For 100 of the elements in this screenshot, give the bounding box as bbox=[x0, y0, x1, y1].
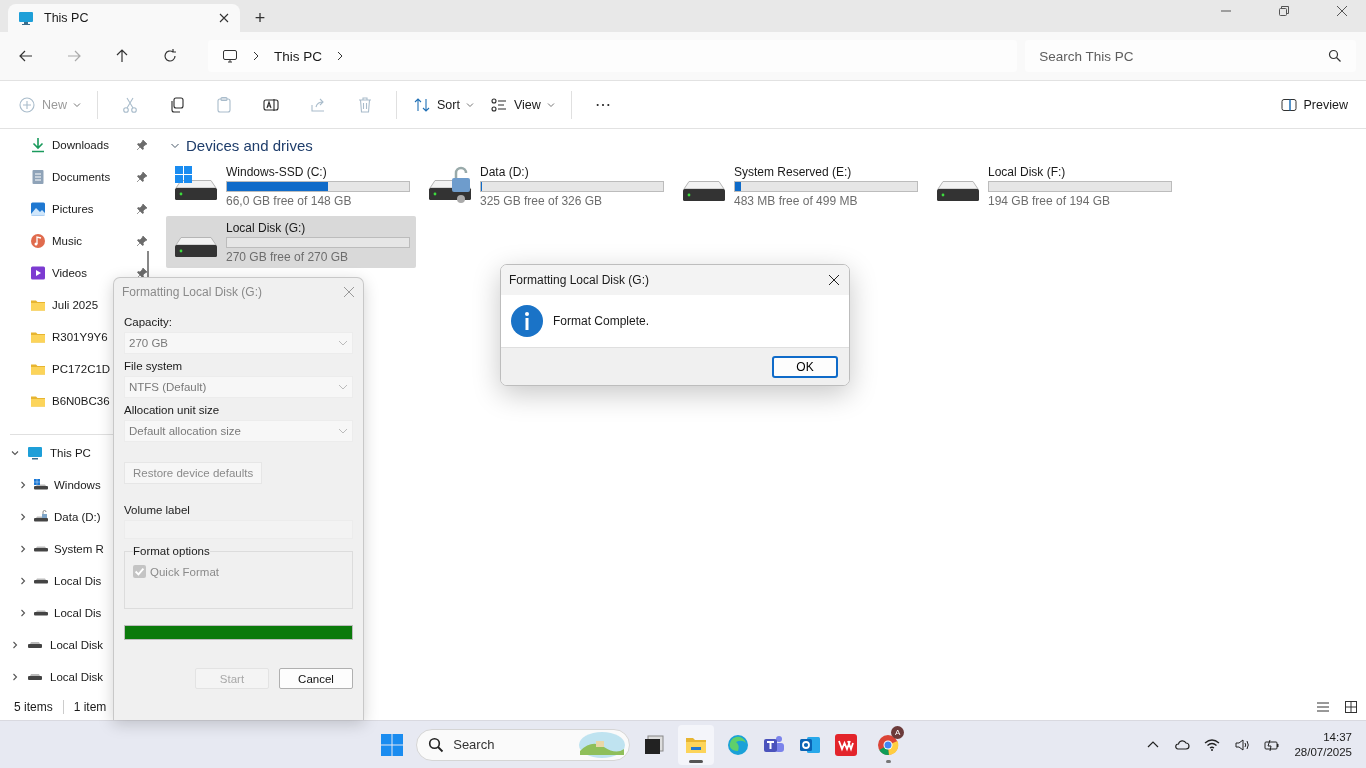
drive-icon bbox=[683, 181, 725, 201]
back-arrow-icon[interactable] bbox=[18, 48, 34, 64]
dropdown-field[interactable]: Default allocation size bbox=[124, 420, 353, 442]
caret-icon bbox=[465, 100, 474, 109]
time-text: 14:37 bbox=[1323, 729, 1352, 745]
office-app-icon[interactable] bbox=[834, 732, 859, 757]
chevron-icon[interactable] bbox=[18, 512, 28, 522]
free-space-text: 270 GB free of 270 GB bbox=[226, 249, 350, 264]
browser-icon bbox=[876, 732, 901, 757]
tree-item[interactable]: Local Disk bbox=[0, 629, 156, 661]
window-tab[interactable]: This PC bbox=[8, 4, 240, 32]
chevron-icon[interactable] bbox=[18, 480, 28, 490]
drive-tile[interactable]: Data (D:) 325 GB free of 326 GB bbox=[420, 160, 670, 212]
drive-name: Data (D:) bbox=[480, 164, 530, 179]
chevron-icon[interactable] bbox=[10, 640, 20, 650]
start-icon[interactable] bbox=[380, 732, 405, 757]
pin-icon[interactable] bbox=[136, 171, 148, 183]
chevron-icon[interactable] bbox=[18, 544, 28, 554]
group-title: Format options bbox=[133, 545, 210, 557]
group-header[interactable]: Devices and drives bbox=[166, 137, 1366, 154]
tiles-view-icon[interactable] bbox=[1344, 700, 1358, 714]
ok-button[interactable]: OK bbox=[772, 355, 838, 378]
landscape-icon bbox=[578, 730, 627, 759]
wifi-icon[interactable] bbox=[1204, 736, 1221, 753]
chevron-right-icon[interactable] bbox=[336, 50, 344, 62]
drive-icon bbox=[175, 237, 217, 257]
caret-icon bbox=[338, 428, 348, 434]
download-arrow-icon bbox=[30, 137, 46, 153]
sidebar-item[interactable]: Music bbox=[0, 225, 156, 257]
monitor-icon bbox=[18, 10, 34, 26]
chevron-icon[interactable] bbox=[10, 448, 20, 458]
selection-count: 1 item bbox=[73, 700, 107, 714]
drive-name: Windows-SSD (C:) bbox=[226, 164, 328, 179]
info-icon bbox=[511, 305, 543, 337]
close-icon[interactable] bbox=[828, 274, 840, 286]
task-view-icon[interactable] bbox=[642, 732, 667, 757]
up-arrow-icon[interactable] bbox=[114, 48, 130, 64]
chevron-right-icon bbox=[252, 50, 260, 62]
chevron-icon[interactable] bbox=[10, 672, 20, 682]
field-label: Volume label bbox=[124, 504, 191, 516]
breadcrumb-item[interactable]: This PC bbox=[274, 48, 322, 64]
field-label: File system bbox=[124, 360, 184, 372]
drive-icon bbox=[27, 642, 43, 648]
drive-tile[interactable]: Local Disk (F:) 194 GB free of 194 GB bbox=[928, 160, 1178, 212]
close-icon[interactable] bbox=[1336, 5, 1348, 17]
dropdown-field[interactable]: NTFS (Default) bbox=[124, 376, 353, 398]
drive-icon bbox=[33, 578, 49, 584]
refresh-icon[interactable] bbox=[162, 48, 178, 64]
clock[interactable]: 14:37 28/07/2025 bbox=[1294, 729, 1352, 760]
chrome-taskbar-button[interactable]: A bbox=[870, 724, 907, 765]
pin-icon[interactable] bbox=[136, 139, 148, 151]
drive-icon bbox=[33, 610, 49, 616]
address-bar[interactable]: This PC bbox=[208, 40, 1018, 72]
running-indicator bbox=[886, 759, 892, 763]
drive-name: Local Disk (F:) bbox=[988, 164, 1067, 179]
tree-item[interactable]: Local Dis bbox=[0, 597, 156, 629]
file-explorer-taskbar-button[interactable] bbox=[678, 724, 715, 765]
sort-button[interactable]: Sort bbox=[405, 88, 482, 121]
caret-icon bbox=[338, 340, 348, 346]
free-space-text: 194 GB free of 194 GB bbox=[988, 193, 1112, 208]
search-field[interactable]: Search This PC bbox=[1025, 40, 1356, 72]
drive-icon bbox=[27, 674, 43, 680]
chevron-icon[interactable] bbox=[18, 576, 28, 586]
free-space-text: 483 MB free of 499 MB bbox=[734, 193, 859, 208]
speaker-icon[interactable] bbox=[1234, 736, 1251, 753]
search-icon bbox=[1328, 49, 1342, 63]
video-icon bbox=[30, 265, 46, 281]
drive-icon bbox=[33, 546, 49, 552]
drive-icon bbox=[937, 181, 979, 201]
windows-drive-icon bbox=[33, 477, 49, 493]
monitor-icon bbox=[27, 445, 43, 461]
drive-name: Local Disk (G:) bbox=[226, 220, 307, 235]
drive-tile[interactable]: Local Disk (G:) 270 GB free of 270 GB bbox=[166, 216, 416, 268]
pin-icon[interactable] bbox=[136, 267, 148, 279]
caret-icon bbox=[73, 100, 81, 109]
drive-tile[interactable]: Windows-SSD (C:) 66,0 GB free of 148 GB bbox=[166, 160, 416, 212]
view-button[interactable]: View bbox=[481, 88, 563, 121]
sidebar-item[interactable]: Pictures bbox=[0, 193, 156, 225]
running-indicator bbox=[689, 759, 704, 763]
preview-button[interactable]: Preview bbox=[1271, 88, 1356, 121]
free-space-text: 66,0 GB free of 148 GB bbox=[226, 193, 353, 208]
sidebar-item[interactable]: Documents bbox=[0, 161, 156, 193]
free-space-text: 325 GB free of 326 GB bbox=[480, 193, 604, 208]
new-tab-button[interactable]: + bbox=[240, 4, 280, 32]
sidebar-item[interactable]: Downloads bbox=[0, 129, 156, 161]
pin-icon[interactable] bbox=[136, 203, 148, 215]
tree-item[interactable]: Local Disk bbox=[0, 661, 156, 693]
dropdown-field[interactable]: 270 GB bbox=[124, 332, 353, 354]
cancel-button[interactable]: Cancel bbox=[279, 668, 353, 689]
pin-icon[interactable] bbox=[136, 235, 148, 247]
caret-icon bbox=[546, 100, 555, 109]
message-text: Format Complete. bbox=[553, 314, 650, 328]
restore-icon[interactable] bbox=[1278, 5, 1290, 17]
profile-badge: A bbox=[891, 725, 905, 739]
field-label: Allocation unit size bbox=[124, 404, 221, 416]
close-icon[interactable] bbox=[218, 12, 230, 24]
music-note-icon bbox=[30, 233, 46, 249]
drive-tile[interactable]: System Reserved (E:) 483 MB free of 499 MB bbox=[674, 160, 924, 212]
chevron-icon[interactable] bbox=[18, 608, 28, 618]
details-view-icon[interactable] bbox=[1316, 700, 1330, 714]
